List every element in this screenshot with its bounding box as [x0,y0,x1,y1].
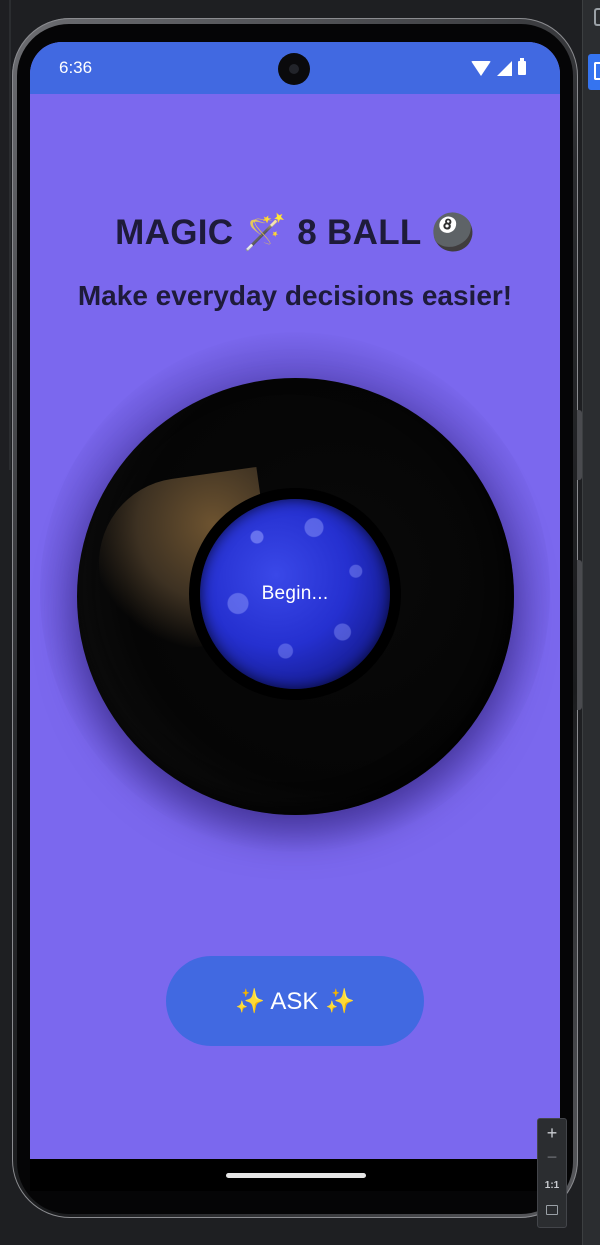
status-bar: 6:36 [30,42,560,94]
power-button[interactable] [577,410,582,480]
battery-icon [518,58,526,75]
device-manager-tab-icon[interactable] [594,8,600,26]
signal-icon [497,60,512,76]
status-icons [471,58,526,77]
navigation-bar [30,1159,560,1191]
ask-button[interactable]: ✨ ASK ✨ [166,956,424,1046]
zoom-out-button[interactable]: − [538,1147,566,1168]
tool-window-strip [582,0,600,1245]
camera-cutout [278,53,310,85]
wifi-icon [471,60,491,76]
zoom-in-button[interactable]: + [538,1123,566,1144]
actual-size-button[interactable]: 1:1 [538,1180,566,1191]
answer-text: Begin... [261,583,329,604]
running-devices-tab-icon[interactable] [588,54,600,90]
volume-button[interactable] [577,560,582,710]
magic-8-ball[interactable]: Begin... [77,378,514,815]
app-screen: 6:36 MAGIC 🪄 8 BALL 🎱 Make everyday deci… [30,42,560,1159]
home-gesture-handle[interactable] [226,1173,366,1178]
app-subtitle: Make everyday decisions easier! [77,280,513,311]
emulator-zoom-panel: + − 1:1 [537,1118,567,1228]
status-time: 6:36 [59,58,93,77]
answer-window: Begin... [189,488,401,700]
left-divider [9,0,11,470]
app-title: MAGIC 🪄 8 BALL 🎱 [115,213,475,252]
zoom-fit-icon[interactable] [546,1205,558,1215]
